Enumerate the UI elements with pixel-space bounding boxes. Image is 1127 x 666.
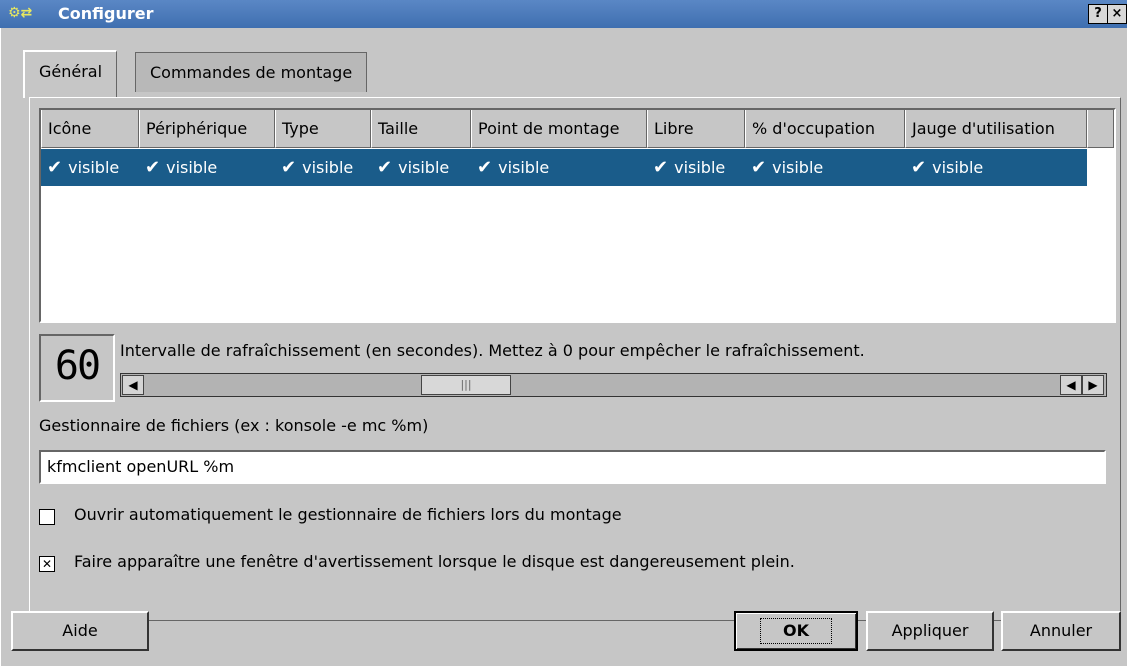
checkmark-icon: ✔ [47,157,63,178]
slider-left-arrow-icon[interactable]: ◀ [122,375,144,395]
checkmark-icon: ✔ [281,157,297,178]
cancel-button[interactable]: Annuler [1001,611,1121,651]
refresh-interval-slider[interactable]: ◀ ||| ◀ ▶ [120,373,1107,397]
column-header-mountpoint[interactable]: Point de montage [471,110,647,148]
slider-thumb[interactable]: ||| [421,375,511,395]
warn-full-checkbox[interactable]: ✕ [39,556,55,572]
window-title: Configurer [58,4,154,23]
checkmark-icon: ✔ [145,157,161,178]
columns-listview[interactable]: Icône Périphérique Type Taille Point de … [39,108,1116,323]
refresh-interval-label: Intervalle de rafraîchissement (en secon… [120,341,865,360]
ok-button[interactable]: OK [734,611,858,651]
auto-open-label: Ouvrir automatiquement le gestionnaire d… [74,505,622,524]
tab-general[interactable]: Général [23,50,118,98]
table-row[interactable]: ✔ visible ✔ visible ✔ visible ✔ visible ✔ vis… [41,149,1087,186]
checkmark-icon: ✔ [653,157,669,178]
list-cell[interactable]: ✔ visible [745,149,823,186]
slider-right-arrow-icon[interactable]: ▶ [1082,375,1104,395]
help-title-button[interactable]: ? [1088,4,1108,24]
list-cell[interactable]: ✔ visible [647,149,725,186]
list-cell[interactable]: ✔ visible [471,149,549,186]
apply-button[interactable]: Appliquer [866,611,994,651]
close-title-button[interactable]: × [1107,4,1127,24]
help-button[interactable]: Aide [11,611,149,651]
refresh-lcd-display: 60 [39,334,115,402]
filemanager-input[interactable]: kfmclient openURL %m [39,450,1106,484]
column-header-icon[interactable]: Icône [41,110,139,148]
column-header-device[interactable]: Périphérique [139,110,275,148]
auto-open-checkbox[interactable] [39,509,55,525]
list-cell[interactable]: ✔ visible [275,149,353,186]
column-header-free[interactable]: Libre [647,110,745,148]
warn-full-label: Faire apparaître une fenêtre d'avertisse… [74,552,795,571]
list-cell[interactable]: ✔ visible [905,149,983,186]
app-icon: ⚙⇄ [8,5,33,21]
tab-mount-commands[interactable]: Commandes de montage [135,52,368,92]
filemanager-label: Gestionnaire de fichiers (ex : konsole -… [39,416,429,435]
list-cell[interactable]: ✔ visible [139,149,217,186]
checkmark-icon: ✔ [377,157,393,178]
column-header-usage-gauge[interactable]: Jauge d'utilisation [905,110,1087,148]
column-header-type[interactable]: Type [275,110,371,148]
column-header-filler [1087,110,1114,148]
checkmark-icon: ✔ [751,157,767,178]
tab-panel: Icône Périphérique Type Taille Point de … [29,97,1121,621]
list-cell[interactable]: ✔ visible [41,149,119,186]
column-header-usage-percent[interactable]: % d'occupation [745,110,905,148]
slider-left-arrow-icon[interactable]: ◀ [1060,375,1082,395]
list-cell[interactable]: ✔ visible [371,149,449,186]
checkmark-icon: ✔ [911,157,927,178]
title-bar: ⚙⇄ Configurer ? × [0,0,1127,28]
column-header-size[interactable]: Taille [371,110,471,148]
dialog-body: Général Commandes de montage Icône Périp… [0,28,1127,666]
checkmark-icon: ✔ [477,157,493,178]
